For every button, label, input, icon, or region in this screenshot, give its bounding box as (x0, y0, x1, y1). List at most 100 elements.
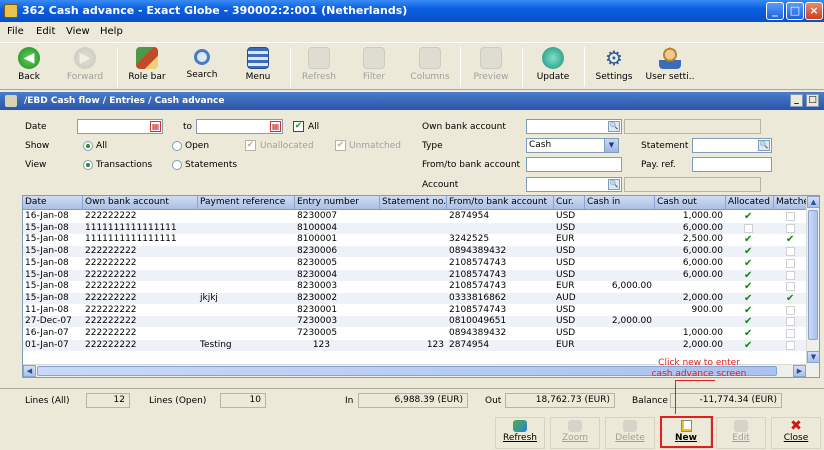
matched-checkbox[interactable]: ✔ (786, 235, 795, 245)
menu-button[interactable]: Menu (236, 45, 280, 89)
filter-button[interactable]: Filter (352, 45, 396, 89)
date-to-input[interactable]: ▦ (196, 119, 283, 134)
table-row[interactable]: 15-Jan-08 222222222 8230005 2108574743 USD 6,… (23, 258, 807, 269)
preview-button[interactable]: Preview (468, 45, 514, 89)
matched-checkbox[interactable] (786, 305, 795, 315)
allocated-checkbox[interactable]: ✔ (744, 282, 753, 292)
allocated-checkbox[interactable]: ✔ (744, 212, 753, 222)
table-row[interactable]: 11-Jan-08 222222222 8230001 2108574743 USD 90… (23, 305, 807, 316)
matched-checkbox[interactable]: ✔ (786, 293, 795, 303)
zoom-button[interactable]: Zoom (550, 417, 600, 449)
column-header[interactable]: Cash out (655, 196, 726, 210)
matched-checkbox[interactable] (786, 247, 795, 257)
show-all-radio[interactable] (83, 141, 93, 151)
update-button[interactable]: Update (530, 45, 576, 89)
table-row[interactable]: 15-Jan-08 1111111111111111 8100001 3242525 E… (23, 234, 807, 245)
settings-button[interactable]: ⚙ Settings (592, 45, 636, 89)
matched-checkbox[interactable] (786, 270, 795, 280)
matched-checkbox[interactable] (786, 258, 795, 268)
allocated-checkbox[interactable]: ✔ (744, 258, 753, 268)
column-header[interactable]: Matched (774, 196, 807, 210)
table-row[interactable]: 16-Jan-07 222222222 7230005 0894389432 USD 1,… (23, 328, 807, 339)
unallocated-checkbox[interactable]: ✔ (245, 140, 256, 151)
scroll-down-button[interactable]: ▼ (807, 351, 819, 363)
lookup-icon[interactable]: 🔍 (608, 121, 620, 132)
calendar-icon[interactable]: ▦ (270, 121, 281, 132)
column-header[interactable]: Date (23, 196, 83, 210)
matched-checkbox[interactable] (786, 282, 795, 292)
statement-input[interactable]: 🔍 (692, 138, 772, 153)
allocated-checkbox[interactable] (744, 223, 753, 233)
refresh-button[interactable]: Refresh (495, 417, 545, 449)
matched-checkbox[interactable] (786, 317, 795, 327)
menu-help[interactable]: Help (100, 26, 123, 37)
chevron-down-icon[interactable]: ▼ (604, 139, 618, 152)
allocated-checkbox[interactable]: ✔ (744, 329, 753, 339)
allocated-checkbox[interactable]: ✔ (744, 317, 753, 327)
column-header[interactable]: Entry number (295, 196, 380, 210)
panel-maximize-button[interactable]: □ (806, 94, 819, 107)
role-bar-button[interactable]: Role bar (124, 45, 170, 89)
matched-checkbox[interactable] (786, 329, 795, 338)
menu-edit[interactable]: Edit (36, 26, 55, 37)
minimize-button[interactable]: _ (766, 2, 784, 20)
vertical-scroll-thumb[interactable] (808, 210, 818, 340)
allocated-checkbox[interactable]: ✔ (744, 340, 753, 350)
table-row[interactable]: 01-Jan-07 222222222 Testing 123 123 2874954 EU… (23, 339, 807, 351)
lookup-icon[interactable]: 🔍 (608, 179, 620, 190)
column-header[interactable]: Statement no. (380, 196, 447, 210)
allocated-checkbox[interactable]: ✔ (744, 270, 753, 280)
table-row[interactable]: 16-Jan-08 222222222 8230007 2874954 USD 1,000… (23, 211, 807, 222)
refresh-toolbar-button[interactable]: Refresh (296, 45, 342, 89)
lookup-icon[interactable]: 🔍 (758, 140, 770, 151)
search-button[interactable]: Search (180, 45, 224, 89)
date-all-checkbox[interactable]: ✔ (293, 121, 304, 132)
back-button[interactable]: ◀ Back (6, 45, 52, 89)
maximize-button[interactable]: □ (786, 2, 804, 20)
close-window-button[interactable]: × (805, 2, 823, 20)
user-settings-button[interactable]: User setti.. (642, 45, 698, 89)
edit-button[interactable]: Edit (716, 417, 766, 449)
type-select[interactable]: Cash ▼ (526, 138, 619, 153)
matched-checkbox[interactable] (786, 223, 795, 233)
delete-button[interactable]: Delete (605, 417, 655, 449)
matched-checkbox[interactable] (786, 212, 795, 221)
allocated-checkbox[interactable]: ✔ (744, 247, 753, 257)
menu-file[interactable]: File (7, 26, 24, 37)
panel-minimize-button[interactable]: _ (790, 94, 803, 107)
allocated-checkbox[interactable]: ✔ (744, 235, 753, 245)
column-header[interactable]: Own bank account (83, 196, 198, 210)
allocated-checkbox[interactable]: ✔ (744, 293, 753, 303)
show-open-radio[interactable] (172, 141, 182, 151)
column-header[interactable]: Payment reference (198, 196, 295, 210)
from-to-bank-input[interactable] (526, 157, 622, 172)
pay-ref-input[interactable] (692, 157, 772, 172)
table-row[interactable]: 15-Jan-08 1111111111111111 8100004 USD 6,000… (23, 222, 807, 234)
own-bank-input[interactable]: 🔍 (526, 119, 622, 134)
column-header[interactable]: Cash in (585, 196, 655, 210)
table-row[interactable]: 15-Jan-08 222222222 8230004 2108574743 USD 6,… (23, 269, 807, 281)
column-header[interactable]: Cur. (554, 196, 585, 210)
table-row[interactable]: 15-Jan-08 222222222 8230006 0894389432 USD 6,… (23, 246, 807, 258)
table-row[interactable]: 27-Dec-07 222222222 7230003 0810049651 USD 2,… (23, 316, 807, 328)
allocated-checkbox[interactable]: ✔ (744, 305, 753, 315)
close-button[interactable]: ✖ Close (771, 417, 821, 449)
view-statements-radio[interactable] (172, 160, 182, 170)
menu-view[interactable]: View (66, 26, 90, 37)
unmatched-checkbox[interactable]: ✔ (335, 140, 346, 151)
column-header[interactable]: From/to bank account (447, 196, 554, 210)
column-header[interactable]: Allocated (726, 196, 774, 210)
view-transactions-radio[interactable] (83, 160, 93, 170)
scroll-up-button[interactable]: ▲ (807, 196, 819, 208)
table-row[interactable]: 15-Jan-08 222222222 jkjkj 8230002 0333816862… (23, 292, 807, 304)
account-input[interactable]: 🔍 (526, 177, 622, 192)
columns-button[interactable]: Columns (406, 45, 454, 89)
scroll-left-button[interactable]: ◀ (23, 365, 36, 377)
matched-checkbox[interactable] (786, 340, 795, 350)
date-from-input[interactable]: ▦ (77, 119, 163, 134)
scroll-right-button[interactable]: ▶ (793, 365, 806, 377)
forward-button[interactable]: ▶ Forward (60, 45, 110, 89)
table-row[interactable]: 15-Jan-08 222222222 8230003 2108574743 EUR 6,… (23, 281, 807, 292)
vertical-scrollbar[interactable]: ▲ ▼ (806, 196, 819, 377)
calendar-icon[interactable]: ▦ (150, 121, 161, 132)
